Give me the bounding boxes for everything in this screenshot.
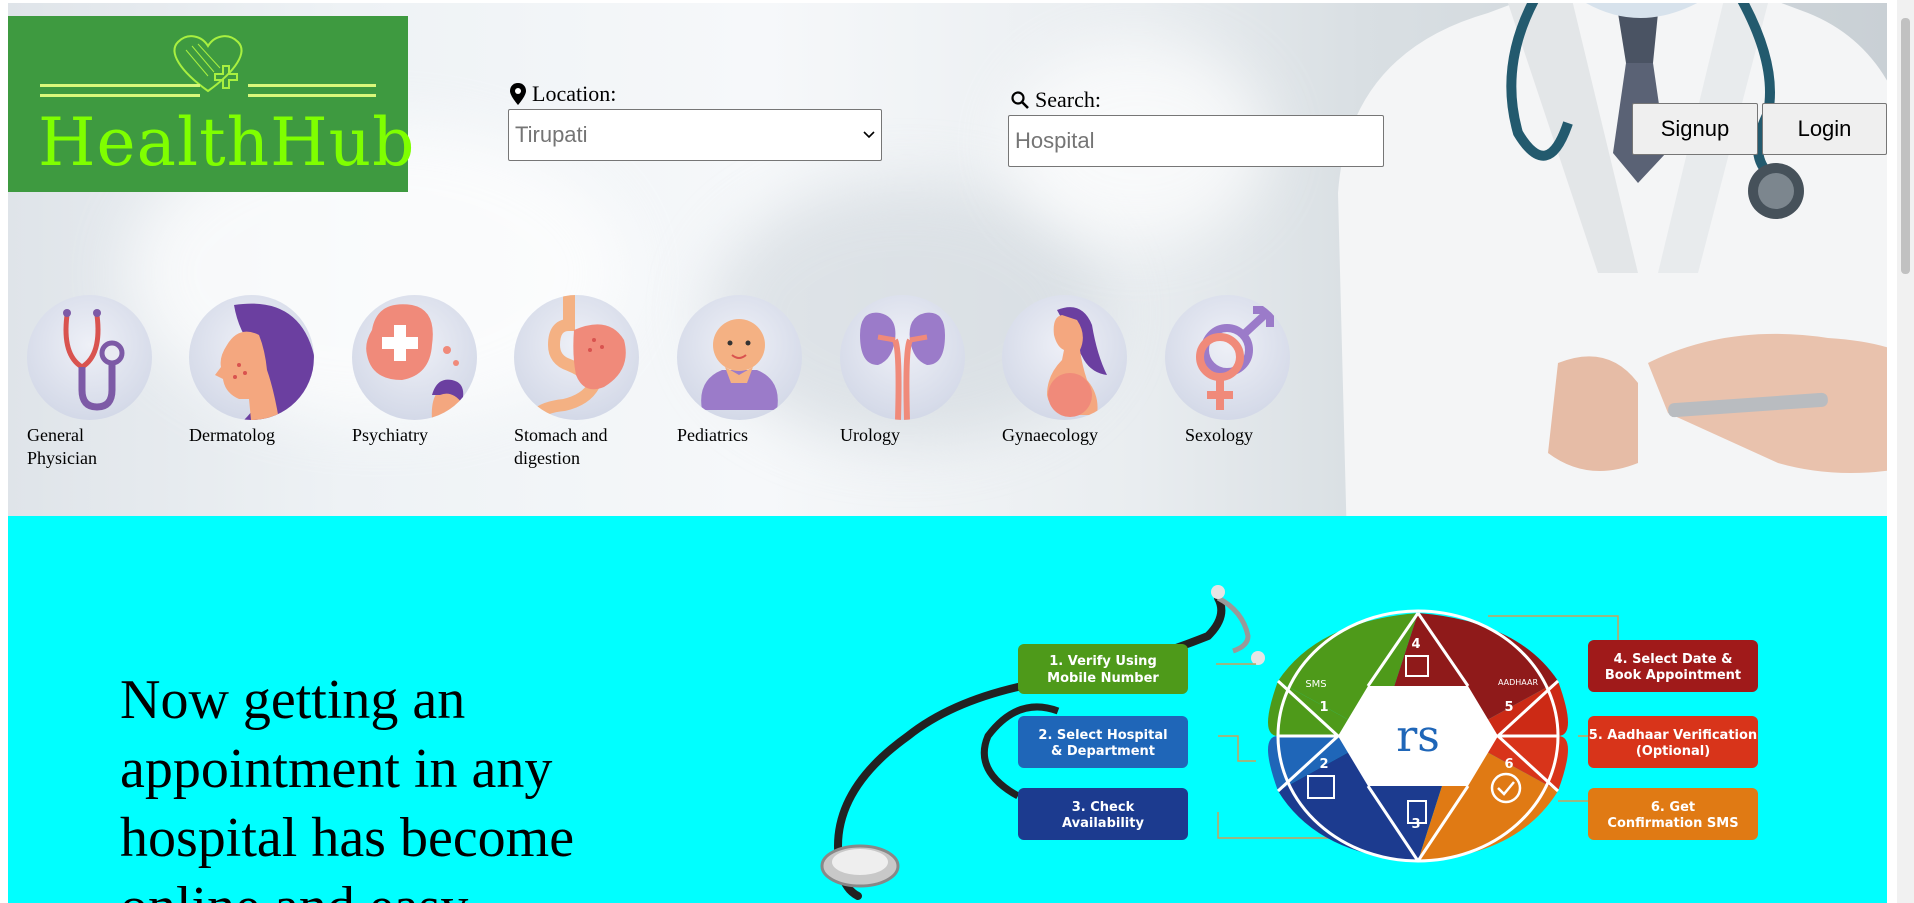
gender-symbols-icon [1196, 306, 1274, 410]
scrollbar-thumb[interactable] [1901, 18, 1910, 274]
svg-text:3. Check: 3. Check [1072, 800, 1135, 815]
svg-text:(Optional): (Optional) [1636, 744, 1710, 759]
search-input[interactable]: Hospital [1008, 115, 1384, 167]
chevron-down-icon [863, 131, 875, 139]
location-label-text: Location: [532, 81, 617, 106]
signup-button[interactable]: Signup [1632, 103, 1758, 155]
specialty-gynaecology[interactable]: Gynaecology [1002, 295, 1132, 447]
kidney-icon [860, 312, 945, 420]
step-box-1: 1. Verify Using Mobile Number [1018, 644, 1188, 694]
location-label: Location: [510, 81, 616, 107]
svg-text:1. Verify Using: 1. Verify Using [1049, 654, 1157, 669]
specialty-label: Urology [840, 425, 900, 445]
search-placeholder: Hospital [1015, 128, 1095, 153]
svg-text:Mobile Number: Mobile Number [1047, 671, 1159, 686]
stethoscope-earbud [1211, 585, 1225, 599]
specialty-general-physician[interactable]: General Physician [27, 295, 157, 470]
specialty-label: Psychiatry [352, 425, 428, 445]
hero-section: HealthHub Location: Tirupati Search: Hos… [8, 3, 1887, 516]
pregnant-woman-icon [1047, 307, 1107, 417]
skin-face-icon [215, 303, 314, 420]
ors-logo-text: rs [1396, 711, 1440, 762]
step-box-6: 6. Get Confirmation SMS [1588, 788, 1758, 840]
hex-number-4: 4 [1411, 637, 1420, 652]
svg-text:Book Appointment: Book Appointment [1605, 668, 1741, 683]
aadhaar-icon: AADHAAR [1498, 678, 1539, 687]
search-label: Search: [1011, 87, 1101, 113]
search-label-text: Search: [1035, 87, 1101, 112]
hex-number-3: 3 [1411, 817, 1420, 832]
step-box-3: 3. Check Availability [1018, 788, 1188, 840]
specialty-pediatrics[interactable]: Pediatrics [677, 295, 807, 447]
hex-number-2: 2 [1319, 757, 1328, 772]
brand-logo[interactable]: HealthHub [8, 16, 414, 192]
specialty-stomach-digestion[interactable]: Stomach and digestion [514, 295, 644, 470]
specialty-label: Dermatolog [189, 425, 275, 445]
specialty-label: General Physician [27, 425, 97, 468]
page-scrollbar[interactable] [1897, 0, 1914, 903]
stethoscope-icon [63, 309, 125, 411]
stethoscope-earbud [1251, 651, 1265, 665]
svg-text:4. Select Date &: 4. Select Date & [1614, 652, 1733, 667]
magnifier-icon [1011, 91, 1029, 109]
svg-text:Confirmation SMS: Confirmation SMS [1607, 816, 1738, 831]
promo-banner: Now getting an appointment in any hospit… [8, 516, 1887, 903]
hex-number-1: 1 [1319, 700, 1328, 715]
step-box-4: 4. Select Date & Book Appointment [1588, 640, 1758, 692]
stomach-icon [530, 295, 626, 420]
specialty-urology[interactable]: Urology [840, 295, 970, 447]
hex-number-6: 6 [1504, 757, 1513, 772]
hex-number-5: 5 [1504, 700, 1513, 715]
mental-health-icon [366, 304, 464, 420]
svg-text:5. Aadhaar Verification: 5. Aadhaar Verification [1589, 728, 1757, 743]
step-box-5: 5. Aadhaar Verification (Optional) [1588, 716, 1758, 768]
specialty-dermatology[interactable]: Dermatolog [189, 295, 319, 447]
svg-text:Availability: Availability [1062, 816, 1144, 831]
location-select[interactable]: Tirupati [508, 109, 882, 161]
svg-text:6. Get: 6. Get [1651, 800, 1695, 815]
banner-headline: Now getting an appointment in any hospit… [120, 669, 575, 903]
location-selected-value: Tirupati [515, 122, 588, 147]
specialty-psychiatry[interactable]: Psychiatry [352, 295, 482, 447]
specialty-label: Pediatrics [677, 425, 748, 445]
ors-process-diagram: rs 4 5 6 3 2 1 SMS AADHAAR 1. Verify Usi… [820, 585, 1758, 900]
login-button[interactable]: Login [1762, 103, 1887, 155]
brand-name: HealthHub [38, 104, 416, 181]
specialty-sexology[interactable]: Sexology [1165, 295, 1295, 447]
sms-icon: SMS [1305, 679, 1326, 690]
specialty-label: Stomach and digestion [514, 425, 608, 468]
specialty-label: Sexology [1185, 425, 1254, 445]
step-box-2: 2. Select Hospital & Department [1018, 716, 1188, 768]
svg-text:2. Select Hospital: 2. Select Hospital [1038, 728, 1167, 743]
doctor-photo [1338, 3, 1887, 516]
stethoscope-chestpiece-face [832, 849, 888, 875]
svg-text:& Department: & Department [1051, 744, 1155, 759]
specialty-label: Gynaecology [1002, 425, 1098, 445]
map-pin-icon [510, 83, 526, 105]
baby-icon [701, 319, 778, 410]
